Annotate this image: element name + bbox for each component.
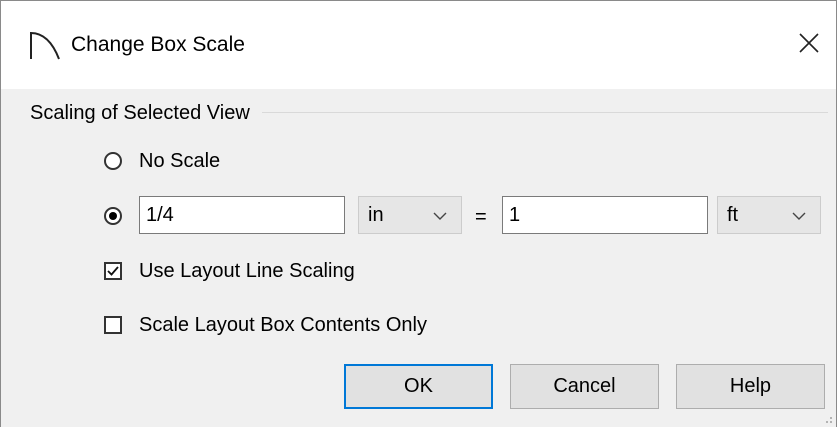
no-scale-radio[interactable]: [104, 152, 122, 170]
title-bar: Change Box Scale: [1, 1, 836, 89]
paper-unit-select[interactable]: in: [358, 196, 462, 234]
no-scale-label: No Scale: [139, 150, 221, 172]
scale-radio[interactable]: [104, 207, 122, 225]
use-layout-line-scaling-checkbox[interactable]: [104, 262, 122, 280]
checkmark-icon: [107, 266, 119, 276]
close-icon: [799, 33, 819, 53]
group-label: Scaling of Selected View: [30, 100, 262, 126]
equals-sign: =: [475, 206, 487, 228]
paper-scale-input[interactable]: [139, 196, 345, 234]
model-unit-value: ft: [727, 204, 739, 226]
chevron-down-icon: [792, 212, 806, 220]
help-button[interactable]: Help: [676, 364, 825, 409]
cancel-button[interactable]: Cancel: [510, 364, 659, 409]
scale-contents-only-checkbox[interactable]: [104, 316, 122, 334]
scale-contents-only-label: Scale Layout Box Contents Only: [139, 314, 427, 336]
radio-selected-dot: [109, 212, 117, 220]
close-button[interactable]: [782, 1, 836, 89]
resize-grip-icon[interactable]: [821, 412, 833, 424]
ok-button[interactable]: OK: [344, 364, 493, 409]
dialog-title: Change Box Scale: [71, 33, 245, 56]
paper-unit-value: in: [368, 204, 384, 226]
arc-icon: [27, 27, 63, 63]
change-box-scale-dialog: Change Box Scale Scaling of Selected Vie…: [0, 0, 837, 427]
model-unit-select[interactable]: ft: [717, 196, 821, 234]
chevron-down-icon: [433, 212, 447, 220]
use-layout-line-scaling-label: Use Layout Line Scaling: [139, 260, 355, 282]
model-scale-input[interactable]: [502, 196, 708, 234]
